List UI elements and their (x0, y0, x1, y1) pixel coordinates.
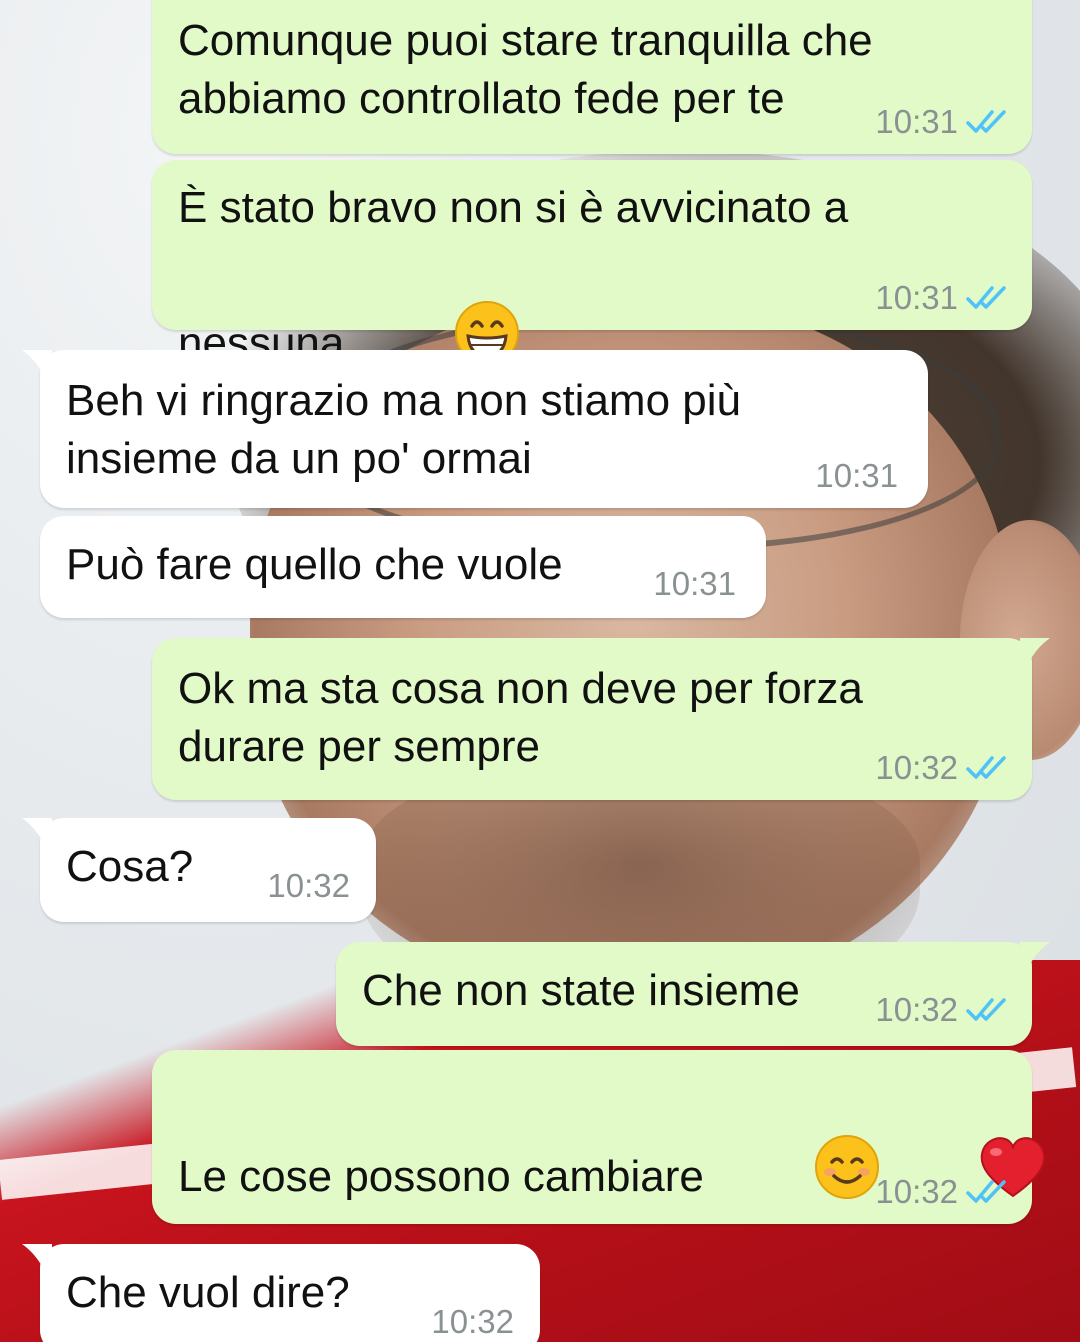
message-line: Le cose possono cambiare (178, 1152, 704, 1202)
double-check-read-icon (966, 285, 1010, 311)
chat-message-list[interactable]: Comunque puoi stare tranquilla che abbiam… (0, 0, 1080, 1342)
message-line: È stato bravo non si è avvicinato a (178, 183, 849, 232)
message-timestamp: 10:31 (875, 279, 958, 316)
outgoing-message-bubble[interactable]: È stato bravo non si è avvicinato a nessu… (152, 160, 1032, 368)
message-timestamp: 10:32 (267, 867, 350, 904)
bubble-tail-shape (1020, 942, 1050, 968)
message-line: durare per sempre (178, 722, 540, 771)
bubble-tail-shape (1020, 638, 1050, 664)
incoming-message-bubble[interactable]: Cosa? 10:32 (22, 818, 376, 922)
message-text: Può fare quello che vuole (66, 536, 563, 594)
message-meta: 10:32 (875, 992, 1010, 1028)
message-meta: 10:32 (267, 868, 350, 904)
message-text: Beh vi ringrazio ma non stiamo più insiem… (66, 372, 741, 488)
outgoing-message-bubble[interactable]: Le cose possono cambiare 10:32 (152, 1050, 1045, 1224)
message-timestamp: 10:32 (875, 749, 958, 786)
message-meta: 10:31 (653, 566, 736, 602)
message-timestamp: 10:32 (431, 1303, 514, 1340)
message-meta: 10:31 (875, 280, 1010, 316)
message-timestamp: 10:32 (875, 1173, 958, 1210)
message-text: Cosa? (66, 838, 193, 896)
message-line: Beh vi ringrazio ma non stiamo più (66, 376, 741, 425)
message-line: abbiamo controllato fede per te (178, 74, 785, 123)
outgoing-message-bubble[interactable]: Che non state insieme 10:32 (336, 942, 1050, 1046)
outgoing-message-bubble[interactable]: Comunque puoi stare tranquilla che abbiam… (152, 0, 1032, 154)
message-meta: 10:32 (875, 1174, 1010, 1210)
incoming-message-bubble[interactable]: Beh vi ringrazio ma non stiamo più insiem… (22, 350, 928, 508)
message-timestamp: 10:32 (875, 991, 958, 1028)
message-meta: 10:31 (875, 104, 1010, 140)
double-check-read-icon (966, 755, 1010, 781)
message-line: insieme da un po' ormai (66, 434, 532, 483)
message-text: Che vuol dire? (66, 1264, 350, 1322)
bubble-tail-shape (22, 350, 52, 376)
bubble-tail-shape (22, 1244, 52, 1270)
message-line: Ok ma sta cosa non deve per forza (178, 664, 863, 713)
incoming-message-bubble[interactable]: Può fare quello che vuole 10:31 (40, 516, 766, 618)
message-line: Comunque puoi stare tranquilla che (178, 16, 873, 65)
message-meta: 10:31 (815, 458, 898, 494)
message-timestamp: 10:31 (875, 103, 958, 140)
smiling-face-emoji (716, 1072, 880, 1279)
message-meta: 10:32 (875, 750, 1010, 786)
message-timestamp: 10:31 (653, 565, 736, 602)
double-check-read-icon (966, 109, 1010, 135)
message-line: Che non state insieme (362, 966, 800, 1015)
message-text: Ok ma sta cosa non deve per forza durare … (178, 660, 863, 776)
bubble-tail-shape (22, 818, 52, 844)
message-line: Può fare quello che vuole (66, 540, 563, 589)
outgoing-message-bubble[interactable]: Ok ma sta cosa non deve per forza durare … (152, 638, 1050, 800)
double-check-read-icon (966, 997, 1010, 1023)
incoming-message-bubble[interactable]: Che vuol dire? 10:32 (22, 1244, 540, 1342)
double-check-read-icon (966, 1179, 1010, 1205)
message-line: Che vuol dire? (66, 1268, 350, 1317)
message-timestamp: 10:31 (815, 457, 898, 494)
message-line: Cosa? (66, 842, 194, 891)
message-text: Comunque puoi stare tranquilla che abbiam… (178, 12, 873, 128)
message-text: Che non state insieme (362, 962, 800, 1020)
message-meta: 10:32 (431, 1304, 514, 1340)
